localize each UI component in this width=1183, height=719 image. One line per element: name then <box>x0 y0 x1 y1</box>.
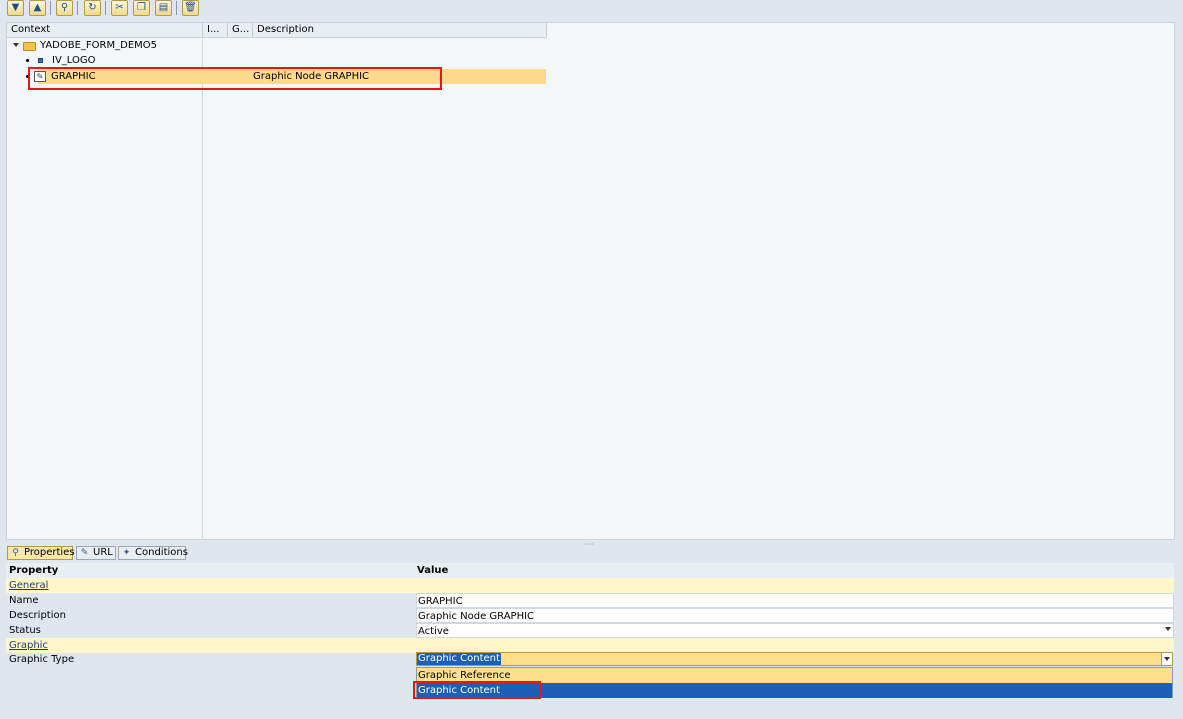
graphic-type-select[interactable]: Graphic Content <box>416 652 1173 666</box>
find-icon[interactable]: ⚲ <box>56 0 73 16</box>
tab-properties-label: Properties <box>24 547 75 558</box>
status-select[interactable]: Active <box>416 623 1174 638</box>
column-divider <box>202 37 203 540</box>
group-graphic-row[interactable]: Graphic <box>6 638 1174 653</box>
conditions-icon: ✦ <box>122 548 131 558</box>
url-icon: ✎ <box>80 548 89 558</box>
property-row-status: Status Active <box>6 623 1174 638</box>
group-graphic-label[interactable]: Graphic <box>9 640 48 651</box>
tab-url[interactable]: ✎ URL <box>76 546 116 560</box>
column-header-g[interactable]: G... <box>228 23 253 37</box>
annotation-highlight-box <box>413 681 541 699</box>
column-header-i[interactable]: I... <box>203 23 228 37</box>
tree-header: Context I... G... Description <box>7 23 547 38</box>
property-row-name: Name GRAPHIC <box>6 593 1174 608</box>
refresh-icon[interactable]: ↻ <box>84 0 101 16</box>
tab-conditions[interactable]: ✦ Conditions <box>118 546 188 560</box>
annotation-highlight-box <box>28 67 442 90</box>
name-field[interactable]: GRAPHIC <box>416 593 1174 608</box>
name-label: Name <box>9 595 39 606</box>
property-row-description: Description Graphic Node GRAPHIC <box>6 608 1174 623</box>
property-grid-header: Property Value <box>6 563 1174 579</box>
group-general-label[interactable]: General <box>9 580 48 591</box>
dropdown-button[interactable] <box>1161 653 1172 665</box>
tree-root-node[interactable]: YADOBE_FORM_DEMO5 <box>40 40 157 51</box>
status-label: Status <box>9 625 41 636</box>
column-header-description[interactable]: Description <box>253 23 547 37</box>
collapse-icon[interactable]: ▲ <box>29 0 46 16</box>
column-header-context[interactable]: Context <box>7 23 203 37</box>
toolbar-separator <box>50 1 51 15</box>
toolbar: ▼ ▲ ⚲ ↻ ✂ ❐ ▤ 🗑 <box>0 0 1183 19</box>
property-column-header: Property <box>9 565 59 576</box>
toolbar-separator <box>176 1 177 15</box>
expand-icon[interactable]: ▼ <box>7 0 24 16</box>
tab-properties[interactable]: ⚲ Properties <box>7 546 75 560</box>
cut-icon[interactable]: ✂ <box>111 0 128 16</box>
folder-icon <box>23 42 36 51</box>
tree-bullet <box>26 59 29 62</box>
chevron-down-icon[interactable] <box>1165 627 1171 631</box>
delete-icon[interactable]: 🗑 <box>182 0 199 16</box>
tab-url-label: URL <box>93 547 113 558</box>
graphic-type-selected-value: Graphic Content <box>417 653 501 665</box>
context-tree-panel <box>6 22 1175 540</box>
splitter-handle[interactable]: ···· <box>584 540 594 549</box>
tab-conditions-label: Conditions <box>135 547 188 558</box>
toolbar-separator <box>105 1 106 15</box>
attribute-icon <box>38 58 43 63</box>
group-general-row[interactable]: General <box>6 578 1174 593</box>
description-field[interactable]: Graphic Node GRAPHIC <box>416 608 1174 623</box>
expand-arrow-icon[interactable] <box>13 43 19 47</box>
toolbar-separator <box>77 1 78 15</box>
graphic-type-label: Graphic Type <box>9 654 75 665</box>
paste-icon[interactable]: ▤ <box>155 0 172 16</box>
description-label: Description <box>9 610 66 621</box>
value-column-header: Value <box>417 565 449 576</box>
chevron-down-icon <box>1164 657 1170 661</box>
properties-icon: ⚲ <box>12 548 19 558</box>
tree-node-iv-logo[interactable]: IV_LOGO <box>52 55 96 66</box>
status-value: Active <box>418 626 449 637</box>
copy-icon[interactable]: ❐ <box>133 0 150 16</box>
